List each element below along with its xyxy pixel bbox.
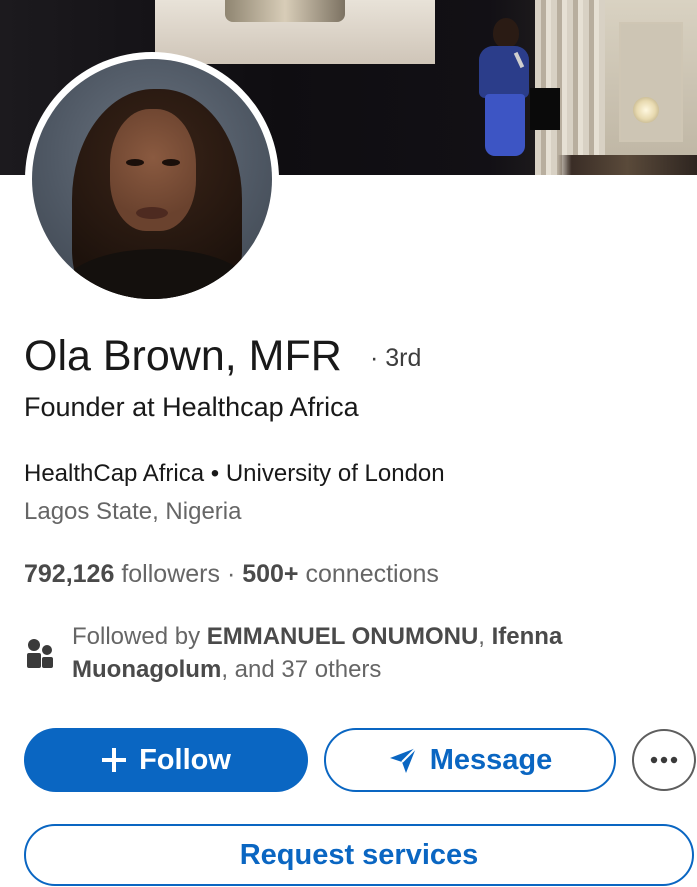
followers-count: 792,126 <box>24 560 115 588</box>
profile-name: Ola Brown, MFR <box>24 332 342 380</box>
people-icon <box>27 639 53 668</box>
more-options-button[interactable] <box>632 729 696 791</box>
follow-label: Follow <box>139 743 231 776</box>
send-icon <box>388 746 418 774</box>
plus-icon <box>101 747 127 773</box>
request-services-button[interactable]: Request services <box>24 824 694 886</box>
connections-count[interactable]: 500+ <box>242 560 298 588</box>
avatar[interactable] <box>32 59 272 299</box>
connections-label[interactable]: connections <box>305 560 438 588</box>
follow-button[interactable]: Follow <box>24 728 308 792</box>
mutual-comma: , <box>478 623 485 650</box>
wall <box>605 0 697 175</box>
profile-stats: 792,126 followers · 500+ connections <box>24 560 439 589</box>
profile-education: HealthCap Africa • University of London <box>24 460 445 487</box>
request-services-label: Request services <box>239 838 479 871</box>
message-label: Message <box>429 743 553 776</box>
mutual-person-1[interactable]: EMMANUEL ONUMONU <box>207 623 479 650</box>
mutual-prefix: Followed by <box>72 623 201 650</box>
message-button[interactable]: Message <box>324 728 616 792</box>
followers-label: followers <box>121 560 220 588</box>
more-icon <box>650 756 678 764</box>
speaker-figure <box>473 18 533 168</box>
stats-separator: · <box>226 560 236 588</box>
mutual-suffix: , and 37 others <box>221 656 382 683</box>
mutual-followers[interactable]: Followed by EMMANUEL ONUMONU, Ifenna Muo… <box>72 620 672 686</box>
connection-degree: · 3rd <box>370 344 422 372</box>
loudspeaker <box>530 88 560 130</box>
projector-screen <box>155 0 435 64</box>
profile-location: Lagos State, Nigeria <box>24 498 242 525</box>
profile-headline: Founder at Healthcap Africa <box>24 392 359 422</box>
wall-lamp <box>633 97 659 123</box>
